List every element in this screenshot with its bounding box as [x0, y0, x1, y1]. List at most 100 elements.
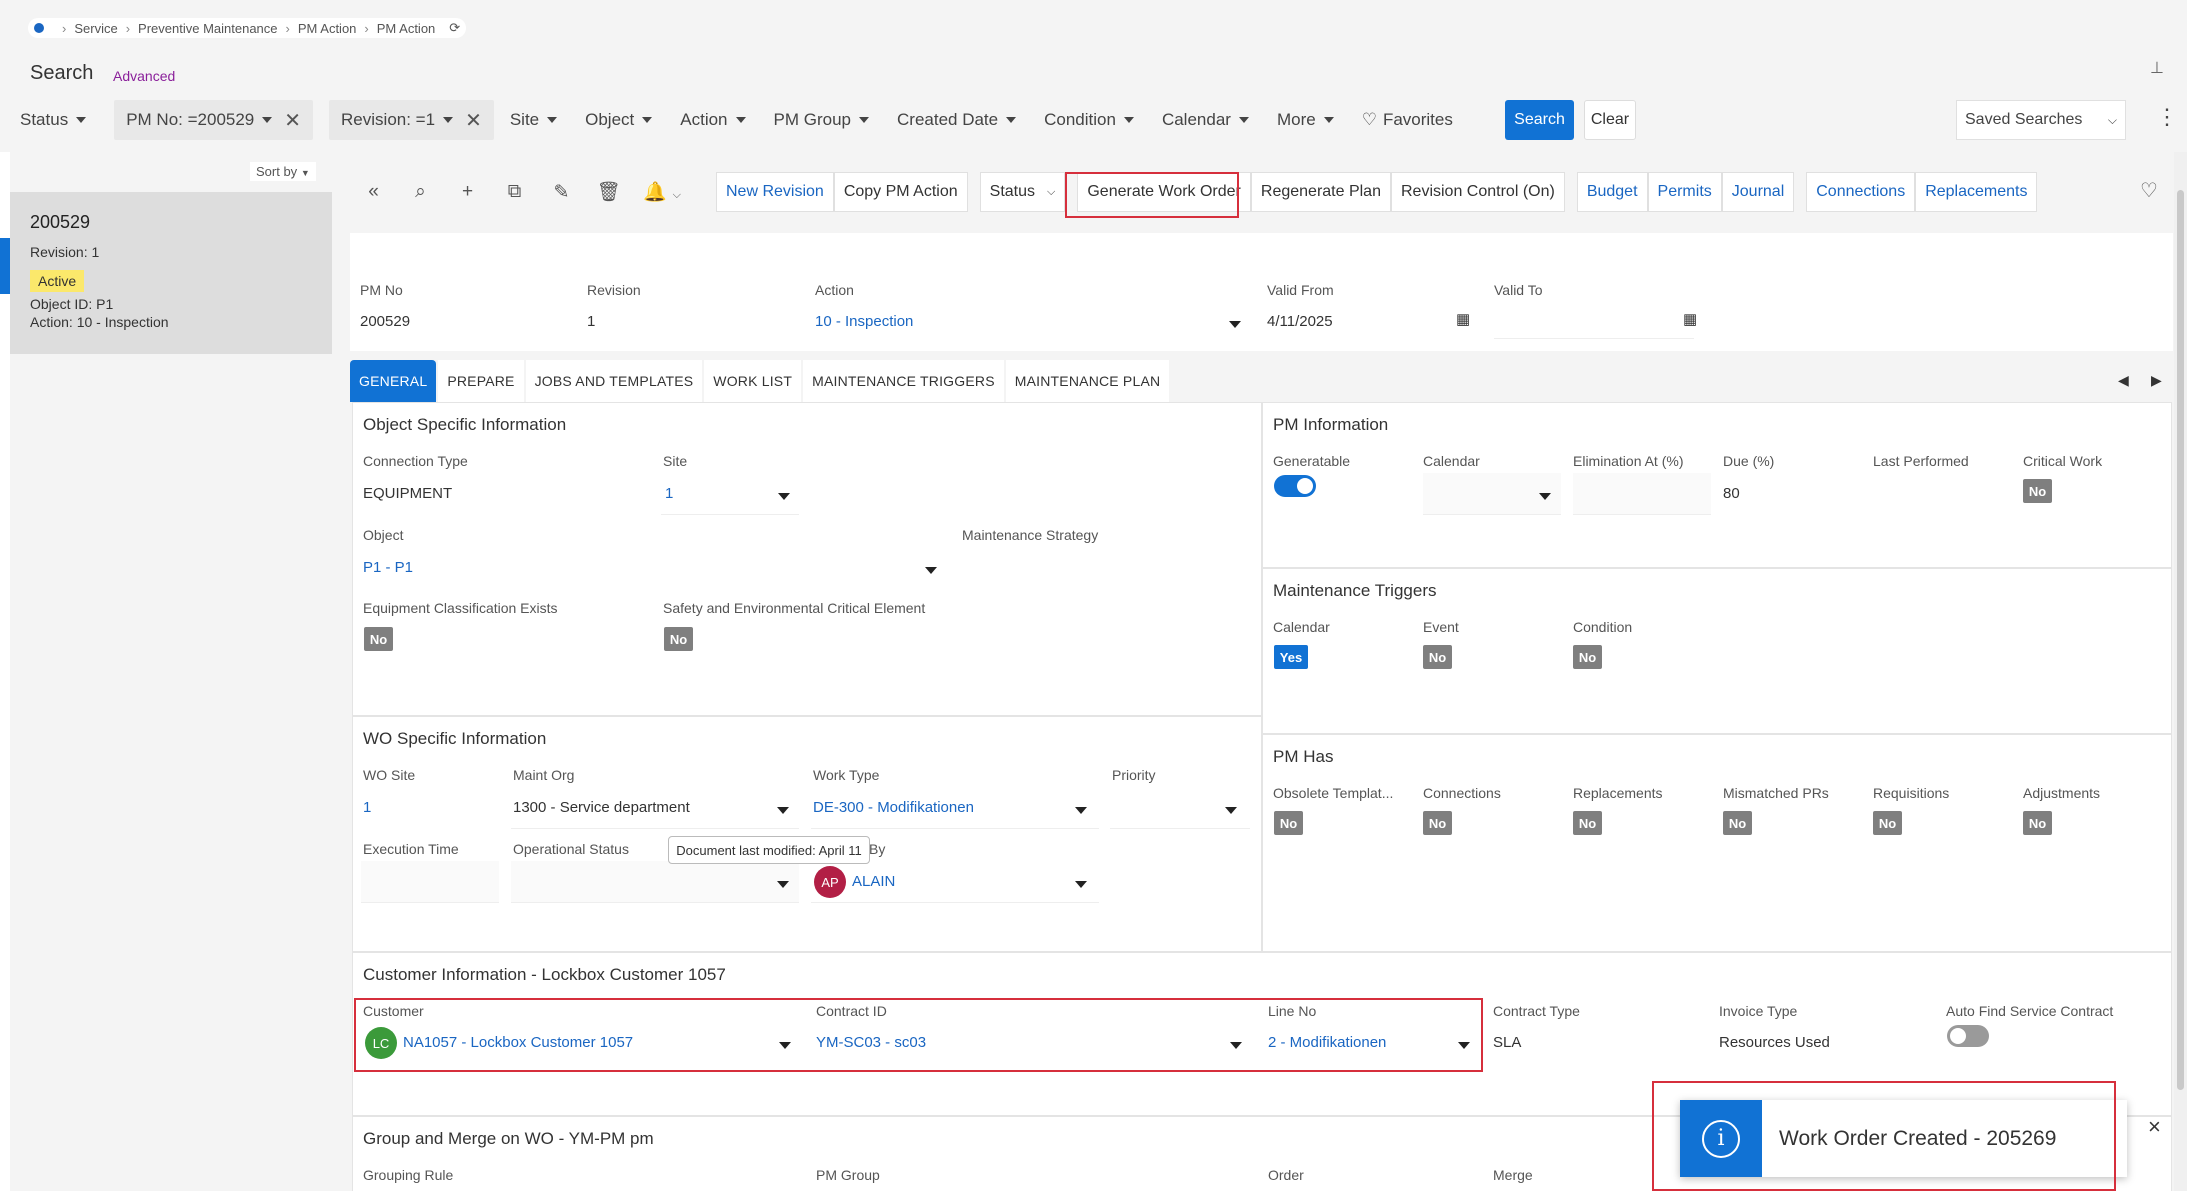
chevron-down-icon[interactable]	[1229, 321, 1241, 328]
generatable-toggle[interactable]	[1274, 475, 1316, 497]
saved-searches-select[interactable]: Saved Searches ⌵	[1956, 100, 2126, 140]
calendar-icon[interactable]: ▦	[1683, 310, 1697, 328]
invoice-type-value: Resources Used	[1719, 1034, 1830, 1051]
chevron-down-icon[interactable]	[925, 567, 937, 574]
refresh-icon[interactable]: ⟳	[449, 20, 460, 36]
chevron-down-icon[interactable]	[1539, 493, 1551, 500]
replacements-value: No	[1573, 811, 1602, 835]
budget-button[interactable]: Budget	[1576, 172, 1648, 212]
filter-status[interactable]: Status	[20, 100, 87, 140]
chevron-right-icon: ›	[364, 20, 369, 36]
pm-has-panel: PM Has Obsolete Templat... No Connection…	[1262, 734, 2172, 952]
last-performed-label: Last Performed	[1873, 453, 1969, 469]
search-button[interactable]: Search	[1505, 100, 1574, 140]
filter-pm-no[interactable]: PM No: =200529 ✕	[114, 100, 314, 140]
grouping-rule-label: Grouping Rule	[363, 1167, 454, 1183]
object-field[interactable]: P1 - P1	[363, 559, 413, 576]
record-header: PM No 200529 Revision 1 Action 10 - Insp…	[350, 271, 2173, 351]
action-buttons: New Revision Copy PM Action Status ⌵ Gene…	[716, 172, 2038, 212]
tab-maintenance-plan[interactable]: MAINTENANCE PLAN	[1005, 360, 1170, 402]
execution-time-field[interactable]	[361, 861, 499, 903]
status-dropdown[interactable]: Status ⌵	[979, 172, 1066, 212]
elimination-field[interactable]	[1573, 473, 1711, 515]
pin-icon[interactable]: ⊥	[2150, 58, 2164, 78]
valid-from-field[interactable]: 4/11/2025	[1267, 313, 1333, 330]
filter-site[interactable]: Site	[510, 100, 558, 140]
wo-site-label: WO Site	[363, 767, 416, 783]
new-revision-button[interactable]: New Revision	[716, 172, 834, 212]
tab-general[interactable]: GENERAL	[350, 360, 437, 402]
chevron-down-icon[interactable]	[1075, 881, 1087, 888]
chevron-down-icon[interactable]	[1225, 807, 1237, 814]
regenerate-plan-button[interactable]: Regenerate Plan	[1250, 172, 1391, 212]
filter-pm-group[interactable]: PM Group	[774, 100, 869, 140]
copy-pm-action-button[interactable]: Copy PM Action	[833, 172, 968, 212]
mismatched-prs-label: Mismatched PRs	[1723, 785, 1829, 801]
status-badge: Active	[30, 270, 85, 292]
filter-object[interactable]: Object	[585, 100, 653, 140]
trigger-event-value: No	[1423, 645, 1452, 669]
close-icon[interactable]: ×	[2148, 1114, 2161, 1140]
journal-button[interactable]: Journal	[1721, 172, 1795, 212]
wo-site-value[interactable]: 1	[363, 799, 371, 816]
invoice-type-label: Invoice Type	[1719, 1003, 1798, 1019]
scrollbar-thumb[interactable]	[2177, 190, 2184, 1090]
delete-icon[interactable]: 🗑	[585, 180, 632, 204]
collapse-icon[interactable]: «	[350, 181, 397, 203]
home-icon[interactable]	[34, 23, 44, 33]
valid-to-field[interactable]	[1494, 303, 1694, 339]
chevron-down-icon[interactable]	[777, 807, 789, 814]
revision-control-button[interactable]: Revision Control (On)	[1390, 172, 1565, 212]
action-field[interactable]: 10 - Inspection	[815, 313, 913, 330]
tab-maintenance-triggers[interactable]: MAINTENANCE TRIGGERS	[803, 360, 1004, 402]
chevron-down-icon[interactable]	[1075, 807, 1087, 814]
merge-label: Merge	[1493, 1167, 1533, 1183]
chevron-down-icon[interactable]	[778, 493, 790, 500]
notification-bell-icon[interactable]: 🔔 ⌵	[632, 180, 692, 204]
breadcrumb-item-service[interactable]: Service	[74, 21, 117, 36]
tab-scroll-left-icon[interactable]: ◀	[2118, 372, 2129, 389]
object-specific-panel: Object Specific Information Connection T…	[352, 402, 1262, 716]
sort-by-button[interactable]: Sort by ▼	[250, 162, 316, 181]
list-item[interactable]: 200529 Revision: 1 Active Object ID: P1 …	[10, 192, 332, 354]
duplicate-icon[interactable]: ⧉	[491, 181, 538, 203]
calendar-icon[interactable]: ▦	[1456, 310, 1470, 328]
breadcrumb-item-pm[interactable]: Preventive Maintenance	[138, 21, 277, 36]
filter-created-date[interactable]: Created Date	[897, 100, 1017, 140]
tab-prepare[interactable]: PREPARE	[438, 360, 524, 402]
panel-title: Group and Merge on WO - YM-PM pm	[363, 1129, 654, 1148]
chevron-down-icon[interactable]	[777, 881, 789, 888]
filter-calendar[interactable]: Calendar	[1162, 100, 1249, 140]
operational-status-field[interactable]	[511, 861, 799, 903]
permits-button[interactable]: Permits	[1647, 172, 1722, 212]
close-icon[interactable]: ✕	[465, 108, 482, 133]
pm-no-value: 200529	[360, 313, 411, 330]
edit-icon[interactable]: ✎	[538, 181, 585, 204]
list-item-action: Action: 10 - Inspection	[30, 314, 169, 330]
reported-by-label: By	[869, 841, 886, 857]
tab-scroll-right-icon[interactable]: ▶	[2151, 372, 2162, 389]
list-item-revision: Revision: 1	[30, 244, 100, 260]
favorite-heart-icon[interactable]: ♡	[2140, 178, 2158, 203]
filter-action[interactable]: Action	[680, 100, 746, 140]
filter-revision[interactable]: Revision: =1 ✕	[329, 100, 494, 140]
tab-jobs-and-templates[interactable]: JOBS AND TEMPLATES	[525, 360, 703, 402]
close-icon[interactable]: ✕	[284, 108, 301, 133]
maintenance-triggers-panel: Maintenance Triggers Calendar Yes Event …	[1262, 568, 2172, 734]
connections-button[interactable]: Connections	[1806, 172, 1916, 212]
tab-work-list[interactable]: WORK LIST	[704, 360, 802, 402]
clear-button[interactable]: Clear	[1584, 100, 1636, 140]
replacements-button[interactable]: Replacements	[1915, 172, 2038, 212]
operational-status-label: Operational Status	[513, 841, 629, 857]
add-icon[interactable]: +	[444, 181, 491, 203]
more-options-icon[interactable]: ⋮	[2156, 104, 2178, 130]
adjustments-value: No	[2023, 811, 2052, 835]
breadcrumb-item-current: PM Action	[376, 20, 436, 36]
advanced-search-link[interactable]: Advanced	[113, 68, 175, 84]
filter-favorites[interactable]: ♡ Favorites	[1362, 100, 1453, 140]
breadcrumb-item-pm-action[interactable]: PM Action	[298, 21, 357, 36]
filter-condition[interactable]: Condition	[1044, 100, 1134, 140]
filter-more[interactable]: More	[1277, 100, 1334, 140]
auto-find-toggle[interactable]	[1947, 1025, 1989, 1047]
attachment-icon[interactable]: ⌕	[397, 181, 444, 203]
